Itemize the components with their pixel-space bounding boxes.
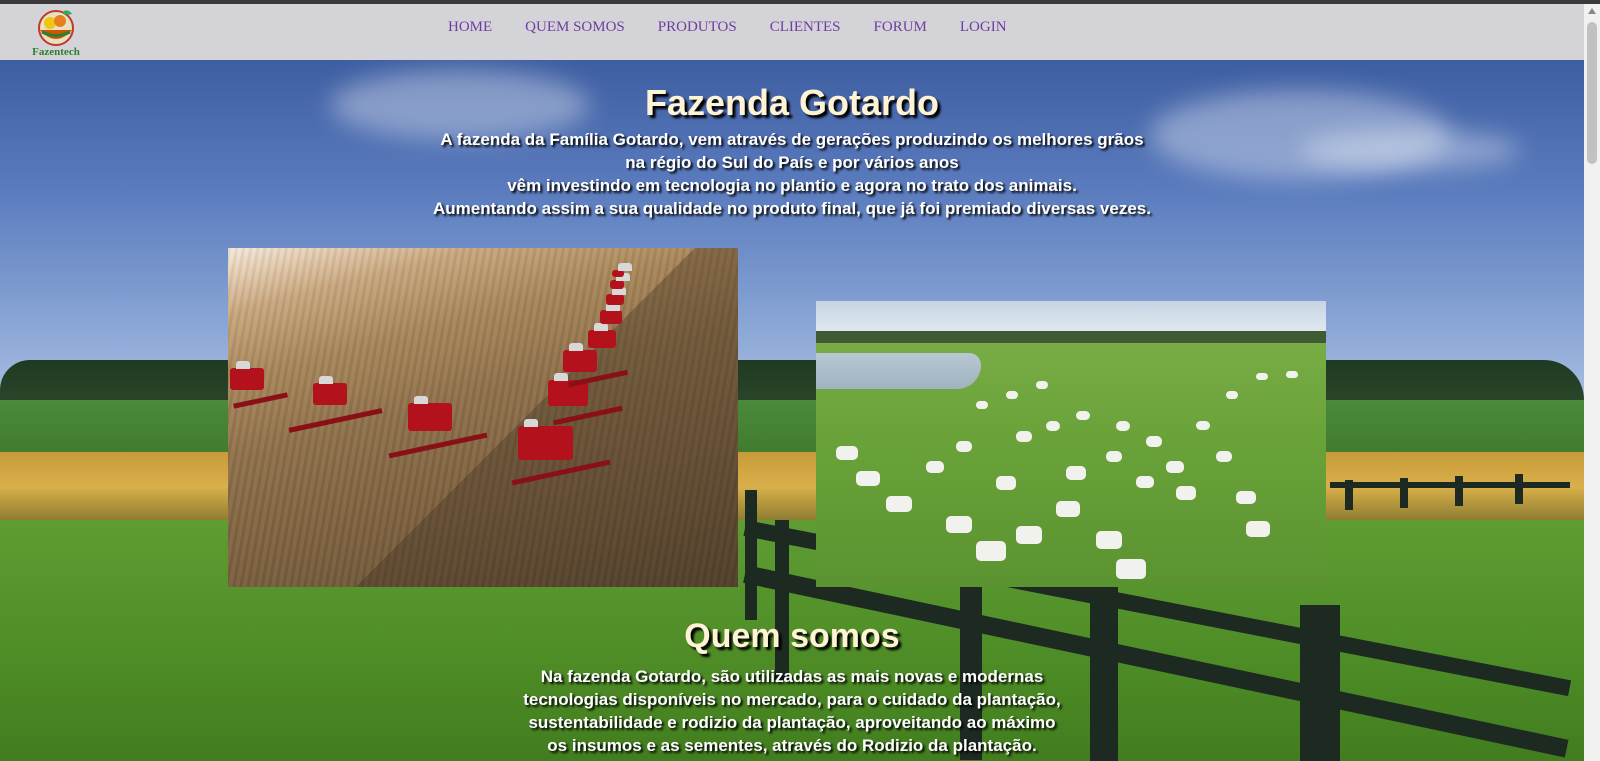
cow	[1146, 436, 1162, 447]
nav-forum[interactable]: FORUM	[874, 19, 927, 36]
scroll-up-arrow-icon[interactable]	[1588, 8, 1596, 14]
cow	[1016, 431, 1032, 442]
cow	[1166, 461, 1184, 473]
combine-harvester	[563, 343, 597, 372]
nav-quem-somos[interactable]: QUEM SOMOS	[525, 19, 625, 36]
cow	[926, 461, 944, 473]
nav-home[interactable]: HOME	[448, 19, 492, 36]
cow	[1056, 501, 1080, 517]
cow	[1046, 421, 1060, 431]
combine-harvester	[600, 303, 622, 324]
fruit-basket-logo-icon	[38, 10, 74, 46]
cow	[1256, 373, 1268, 380]
cow	[1246, 521, 1270, 537]
cow	[976, 541, 1006, 561]
cow	[1106, 451, 1122, 462]
cow	[1066, 466, 1086, 480]
fence-post	[745, 490, 757, 620]
combine-harvester	[313, 376, 347, 405]
cow	[1286, 371, 1298, 378]
cow	[1226, 391, 1238, 399]
fence-post	[1515, 474, 1523, 504]
about-line: Na fazenda Gotardo, são utilizadas as ma…	[540, 667, 1044, 686]
cow	[1016, 526, 1042, 544]
cow	[1076, 411, 1090, 420]
scroll-thumb[interactable]	[1587, 22, 1597, 164]
about-title: Quem somos	[684, 617, 900, 655]
brand-name: Fazentech	[32, 46, 80, 58]
cow	[856, 471, 880, 486]
combine-harvester	[610, 273, 630, 289]
cow	[1176, 486, 1196, 500]
combine-harvester	[588, 323, 616, 348]
combine-harvester	[230, 361, 264, 390]
cow	[1006, 391, 1018, 399]
combine-harvester	[606, 287, 626, 305]
cow	[1116, 559, 1146, 579]
cattle-photo	[816, 301, 1326, 587]
nav-login[interactable]: LOGIN	[960, 19, 1007, 36]
cow	[1196, 421, 1210, 430]
intro-line: A fazenda da Família Gotardo, vem atravé…	[440, 130, 1144, 149]
fence-post	[1455, 476, 1463, 506]
about-line: tecnologias disponíveis no mercado, para…	[523, 690, 1061, 709]
page-scrollbar[interactable]	[1584, 4, 1600, 761]
main-nav: HOME QUEM SOMOS PRODUTOS CLIENTES FORUM …	[448, 19, 1040, 36]
cow	[1036, 381, 1048, 389]
cow	[1216, 451, 1232, 462]
intro-line: na régio do Sul do País e por vários ano…	[625, 153, 959, 172]
combine-harvester	[612, 263, 632, 277]
about-line: sustentabilidade e rodizio da plantação,…	[528, 713, 1056, 732]
page-title: Fazenda Gotardo	[644, 82, 940, 123]
harvest-photo	[228, 248, 738, 587]
cow	[836, 446, 858, 460]
intro-text: A fazenda da Família Gotardo, vem atravé…	[0, 128, 1584, 220]
cow	[956, 441, 972, 452]
cow	[1236, 491, 1256, 504]
cow	[1116, 421, 1130, 431]
cow	[976, 401, 988, 409]
navbar: Fazentech HOME QUEM SOMOS PRODUTOS CLIEN…	[0, 4, 1584, 60]
combine-harvester	[518, 419, 573, 460]
pond	[816, 353, 981, 389]
nav-clientes[interactable]: CLIENTES	[770, 19, 841, 36]
cow	[946, 516, 972, 533]
cow	[1136, 476, 1154, 488]
fence-rail	[1330, 482, 1570, 488]
cow	[996, 476, 1016, 490]
combine-harvester	[408, 396, 452, 431]
cow	[886, 496, 912, 512]
nav-produtos[interactable]: PRODUTOS	[658, 19, 737, 36]
about-text: Na fazenda Gotardo, são utilizadas as ma…	[0, 665, 1584, 757]
intro-line: vêm investindo em tecnologia no plantio …	[507, 176, 1077, 195]
intro-line: Aumentando assim a sua qualidade no prod…	[433, 199, 1151, 218]
cow	[1096, 531, 1122, 549]
brand-logo[interactable]: Fazentech	[30, 6, 82, 60]
about-line: os insumos e as sementes, através do Rod…	[547, 736, 1037, 755]
